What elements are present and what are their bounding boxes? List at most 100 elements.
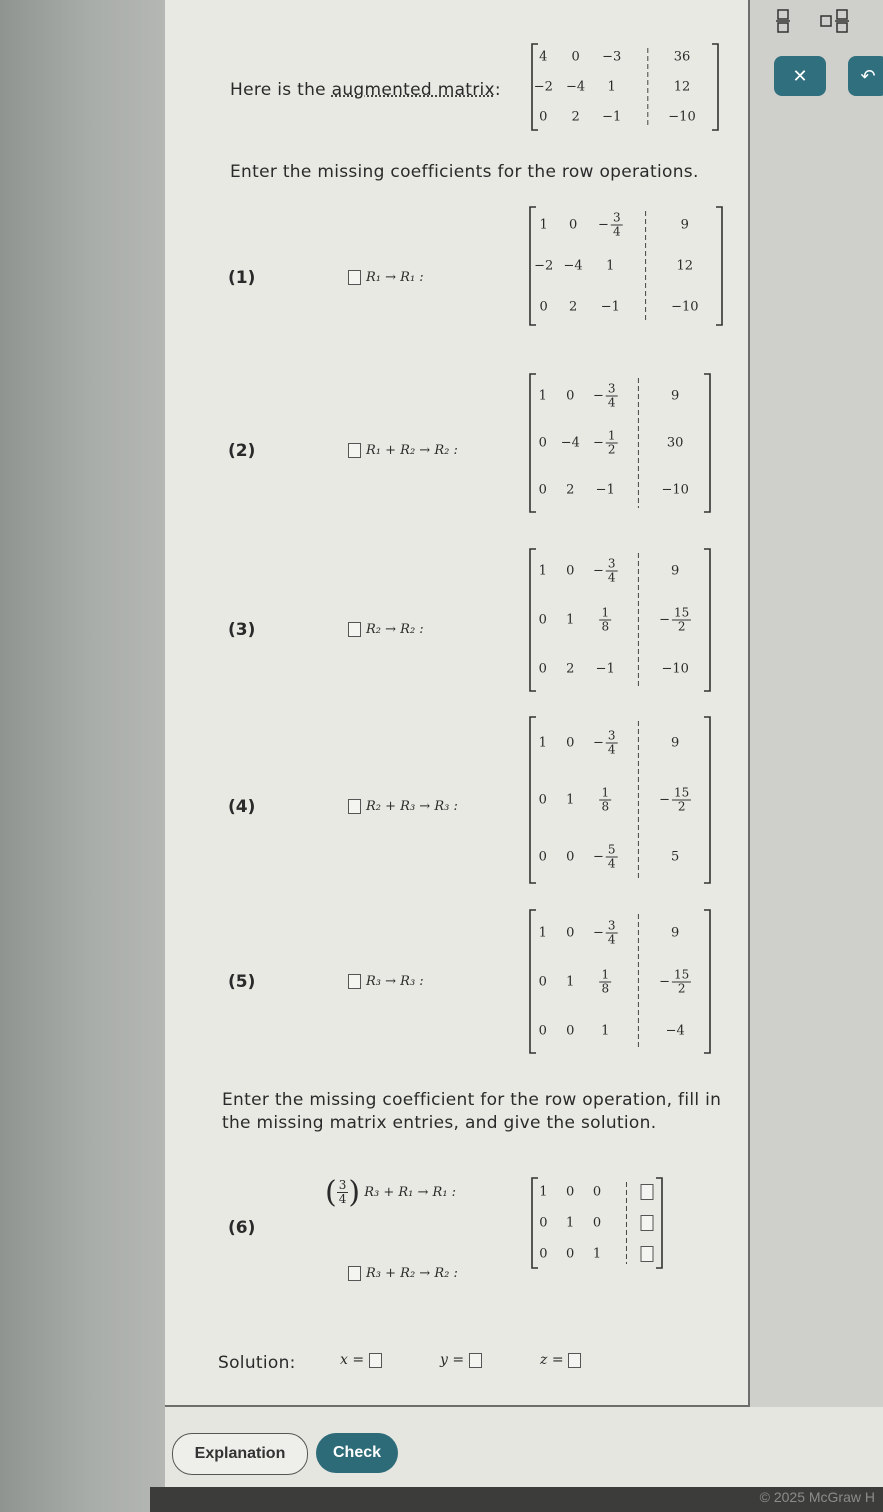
right-panel xyxy=(748,0,883,1512)
coefficient-input[interactable] xyxy=(348,974,361,989)
z-input[interactable] xyxy=(568,1353,581,1368)
step-6-matrix: 1 0 0 0 1 0 0 0 1 xyxy=(530,1176,664,1270)
matrix-cell: 36 xyxy=(674,50,691,65)
matrix-cell: 9 xyxy=(671,564,679,579)
matrix-cell: 1 xyxy=(539,1184,547,1199)
matrix-cell: 1 xyxy=(566,1216,574,1231)
coefficient-denominator: 4 xyxy=(339,1193,347,1206)
step-3-operation: R₂ → R₂ : xyxy=(348,622,424,637)
matrix-cell: 0 xyxy=(540,299,548,314)
step-1-matrix: 1 0 −3 4 9 −2 −4 1 12 0 2 −1 −10 xyxy=(528,205,724,327)
matrix-cell: 1 xyxy=(606,259,614,274)
matrix-cell: 0 xyxy=(539,436,547,451)
matrix-cell: 0 xyxy=(593,1216,601,1231)
y-input[interactable] xyxy=(469,1353,482,1368)
matrix-cell: 0 xyxy=(539,110,547,125)
matrix-cell: 9 xyxy=(671,925,679,940)
matrix-cell: 18 xyxy=(599,787,611,814)
matrix-cell: 0 xyxy=(566,564,574,579)
instruction-2-line-2: the missing matrix entries, and give the… xyxy=(222,1113,656,1133)
matrix-cell: 9 xyxy=(671,388,679,403)
matrix-cell: −1 2 xyxy=(593,430,618,457)
matrix-entry-input[interactable] xyxy=(640,1184,653,1200)
solution-y-label: y = xyxy=(440,1352,464,1368)
matrix-cell: −2 xyxy=(534,80,553,95)
intro-suffix: : xyxy=(495,80,501,100)
matrix-cell: −3 4 xyxy=(593,919,618,946)
matrix-cell: 1 xyxy=(566,974,574,989)
matrix-cell: 1 xyxy=(539,925,547,940)
step-1-operation-text: R₁ → R₁ : xyxy=(366,270,424,285)
matrix-cell: 0 xyxy=(569,218,577,233)
matrix-cell: 1 xyxy=(608,80,616,95)
step-4-label: (4) xyxy=(228,797,255,817)
matrix-cell: 1 xyxy=(539,736,547,751)
step-3-matrix: 1 0−3 4 9 0 1 1 8−15 2 0 2 −1 −10 xyxy=(528,547,712,693)
matrix-cell: 1 xyxy=(601,1023,609,1038)
coefficient-input[interactable] xyxy=(348,622,361,637)
step-2-operation: R₁ + R₂ → R₂ : xyxy=(348,443,458,458)
step-4-matrix: 1 0−3 4 9 0 1 1 8−15 2 0 0−5 4 5 xyxy=(528,715,712,885)
close-button[interactable]: ✕ xyxy=(774,56,826,96)
matrix-cell: 0 xyxy=(539,483,547,498)
matrix-cell: −15 2 xyxy=(659,607,691,634)
step-4-operation: R₂ + R₃ → R₃ : xyxy=(348,799,458,814)
matrix-cell: 0 xyxy=(566,1184,574,1199)
step-6-label: (6) xyxy=(228,1218,255,1238)
intro-prefix: Here is the xyxy=(230,80,332,100)
left-background xyxy=(0,0,165,1512)
coefficient-input[interactable] xyxy=(348,799,361,814)
matrix-entry-input[interactable] xyxy=(640,1215,653,1231)
step-2-operation-text: R₁ + R₂ → R₂ : xyxy=(366,443,458,458)
x-input[interactable] xyxy=(369,1353,382,1368)
matrix-cell: 0 xyxy=(566,925,574,940)
step-5-label: (5) xyxy=(228,972,255,992)
matrix-cell: 0 xyxy=(539,849,547,864)
fraction-icon[interactable] xyxy=(774,8,792,34)
matrix-cell: 0 xyxy=(593,1184,601,1199)
coefficient-input[interactable] xyxy=(348,1266,361,1281)
matrix-cell: 0 xyxy=(571,50,579,65)
matrix-cell: 1 xyxy=(539,388,547,403)
matrix-cell: −4 xyxy=(566,80,585,95)
matrix-cell: −1 xyxy=(602,110,621,125)
step-5-operation: R₃ → R₃ : xyxy=(348,974,424,989)
step-4-operation-text: R₂ + R₃ → R₃ : xyxy=(366,799,458,814)
matrix-cell: 0 xyxy=(566,1023,574,1038)
matrix-cell: −4 xyxy=(561,436,580,451)
solution-x: x = xyxy=(340,1352,387,1368)
matrix-cell: 4 xyxy=(539,50,547,65)
matrix-entry-input[interactable] xyxy=(640,1246,653,1262)
step-6-operation-2: R₃ + R₂ → R₂ : xyxy=(348,1266,458,1281)
step-6-operation-1-text: R₃ + R₁ → R₁ : xyxy=(364,1185,456,1200)
matrix-cell: −2 xyxy=(534,259,553,274)
coefficient-input[interactable] xyxy=(348,443,361,458)
augmented-matrix-link[interactable]: augmented matrix xyxy=(332,80,495,100)
coefficient-input[interactable] xyxy=(348,270,361,285)
matrix-cell: −5 4 xyxy=(593,843,618,870)
matrix-cell: 0 xyxy=(539,974,547,989)
footer: © 2025 McGraw H xyxy=(150,1487,883,1512)
matrix-cell: −1 xyxy=(601,299,620,314)
solution-y: y = xyxy=(440,1352,487,1368)
matrix-cell: 2 xyxy=(569,299,577,314)
matrix-cell: 0 xyxy=(539,1216,547,1231)
matrix-cell: 0 xyxy=(539,661,547,676)
close-icon: ✕ xyxy=(792,66,807,87)
step-2-label: (2) xyxy=(228,441,255,461)
matrix-cell: 2 xyxy=(566,661,574,676)
step-2-matrix: 1 0 −3 4 9 0 −4 −1 2 30 0 2 −1 −10 xyxy=(528,372,712,514)
matrix-cell: 5 xyxy=(671,849,679,864)
step-6-operation-1: (3 4) R₃ + R₁ → R₁ : xyxy=(325,1175,456,1210)
instruction-1: Enter the missing coefficients for the r… xyxy=(230,162,699,182)
matrix-cell: 9 xyxy=(681,218,689,233)
solution-z: z = xyxy=(540,1352,586,1368)
undo-button[interactable]: ↶ xyxy=(848,56,883,96)
explanation-button[interactable]: Explanation xyxy=(172,1433,308,1475)
matrix-cell: −10 xyxy=(661,483,688,498)
matrix-cell: 0 xyxy=(566,736,574,751)
matrix-cell: −3 4 xyxy=(598,212,623,239)
check-button[interactable]: Check xyxy=(316,1433,398,1473)
matrix-cell: 12 xyxy=(674,80,691,95)
mixed-number-icon[interactable] xyxy=(820,8,854,34)
